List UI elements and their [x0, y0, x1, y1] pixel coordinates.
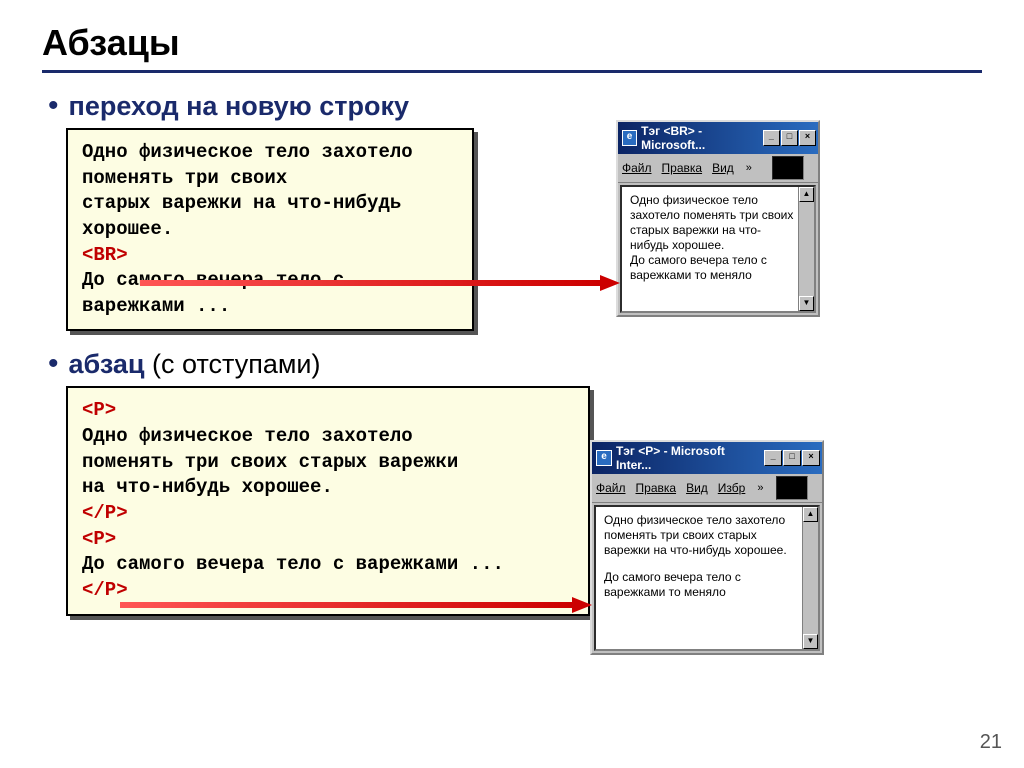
- throbber-icon: [772, 156, 804, 180]
- titlebar[interactable]: e Тэг <P> - Microsoft Inter... _ □ ×: [592, 442, 822, 474]
- maximize-button[interactable]: □: [781, 130, 798, 146]
- browser-window-br: e Тэг <BR> - Microsoft... _ □ × Файл Пра…: [616, 120, 820, 317]
- menu-view[interactable]: Вид: [686, 481, 708, 495]
- code-box-p: <P> Одно физическое тело захотело поменя…: [66, 386, 590, 615]
- window-title: Тэг <BR> - Microsoft...: [641, 124, 762, 152]
- browser-window-p: e Тэг <P> - Microsoft Inter... _ □ × Фай…: [590, 440, 824, 655]
- ie-logo-icon: e: [596, 450, 612, 466]
- menu-favorites[interactable]: Избр: [718, 481, 746, 495]
- scroll-down-button[interactable]: ▼: [799, 296, 814, 311]
- bullet-2-text: абзац (с отступами): [69, 349, 321, 380]
- code-box-br: Одно физическое тело захотело поменять т…: [66, 128, 474, 331]
- menu-edit[interactable]: Правка: [636, 481, 677, 495]
- chevron-right-icon[interactable]: »: [746, 162, 752, 174]
- slide-title: Абзацы: [42, 22, 982, 64]
- close-button[interactable]: ×: [802, 450, 820, 466]
- bullet-2: • абзац (с отступами): [48, 349, 982, 380]
- ie-logo-icon: e: [622, 130, 637, 146]
- scrollbar[interactable]: ▲ ▼: [798, 187, 814, 311]
- scroll-up-button[interactable]: ▲: [803, 507, 818, 522]
- menu-edit[interactable]: Правка: [662, 161, 703, 175]
- close-button[interactable]: ×: [799, 130, 816, 146]
- menubar: Файл Правка Вид Избр »: [592, 474, 822, 503]
- menu-file[interactable]: Файл: [622, 161, 652, 175]
- scroll-up-button[interactable]: ▲: [799, 187, 814, 202]
- page-number: 21: [980, 731, 1002, 754]
- title-rule: [42, 70, 982, 73]
- bullet-1: • переход на новую строку: [48, 91, 982, 122]
- chevron-right-icon[interactable]: »: [757, 482, 763, 494]
- minimize-button[interactable]: _: [763, 130, 780, 146]
- content-area: Одно физическое тело захотело поменять т…: [620, 185, 816, 313]
- titlebar[interactable]: e Тэг <BR> - Microsoft... _ □ ×: [618, 122, 818, 154]
- scroll-down-button[interactable]: ▼: [803, 634, 818, 649]
- window-title: Тэг <P> - Microsoft Inter...: [616, 444, 763, 472]
- content-area: Одно физическое тело захотело поменять т…: [594, 505, 820, 651]
- menu-view[interactable]: Вид: [712, 161, 734, 175]
- menu-file[interactable]: Файл: [596, 481, 626, 495]
- scrollbar[interactable]: ▲ ▼: [802, 507, 818, 649]
- bullet-dot-icon: •: [48, 91, 59, 121]
- throbber-icon: [776, 476, 808, 500]
- menubar: Файл Правка Вид »: [618, 154, 818, 183]
- bullet-1-text: переход на новую строку: [69, 91, 409, 122]
- minimize-button[interactable]: _: [764, 450, 782, 466]
- maximize-button[interactable]: □: [783, 450, 801, 466]
- bullet-dot-icon: •: [48, 349, 59, 379]
